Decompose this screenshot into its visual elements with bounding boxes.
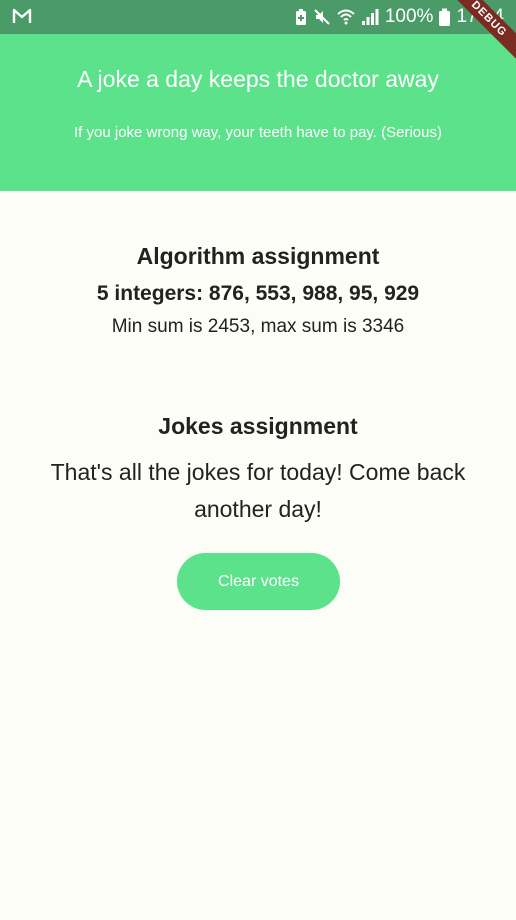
app-header: A joke a day keeps the doctor away If yo… — [0, 34, 516, 191]
header-title: A joke a day keeps the doctor away — [77, 66, 439, 92]
algorithm-title: Algorithm assignment — [136, 243, 380, 269]
gmail-icon — [12, 7, 32, 27]
jokes-message: That's all the jokes for today! Come bac… — [50, 459, 466, 522]
battery-icon — [439, 8, 451, 26]
battery-percent: 100% — [384, 6, 434, 27]
clear-votes-button[interactable]: Clear votes — [177, 553, 340, 610]
battery-saver-icon — [295, 8, 307, 26]
header-subtitle: If you joke wrong way, your teeth have t… — [74, 124, 442, 141]
status-bar: 100% 17:54 — [0, 0, 516, 34]
jokes-title: Jokes assignment — [158, 413, 358, 439]
signal-icon — [361, 8, 379, 26]
wifi-icon — [337, 8, 355, 26]
mute-icon — [313, 8, 331, 26]
algorithm-result: Min sum is 2453, max sum is 3346 — [111, 316, 405, 337]
algorithm-integers: 5 integers: 876, 553, 988, 95, 929 — [96, 282, 420, 305]
